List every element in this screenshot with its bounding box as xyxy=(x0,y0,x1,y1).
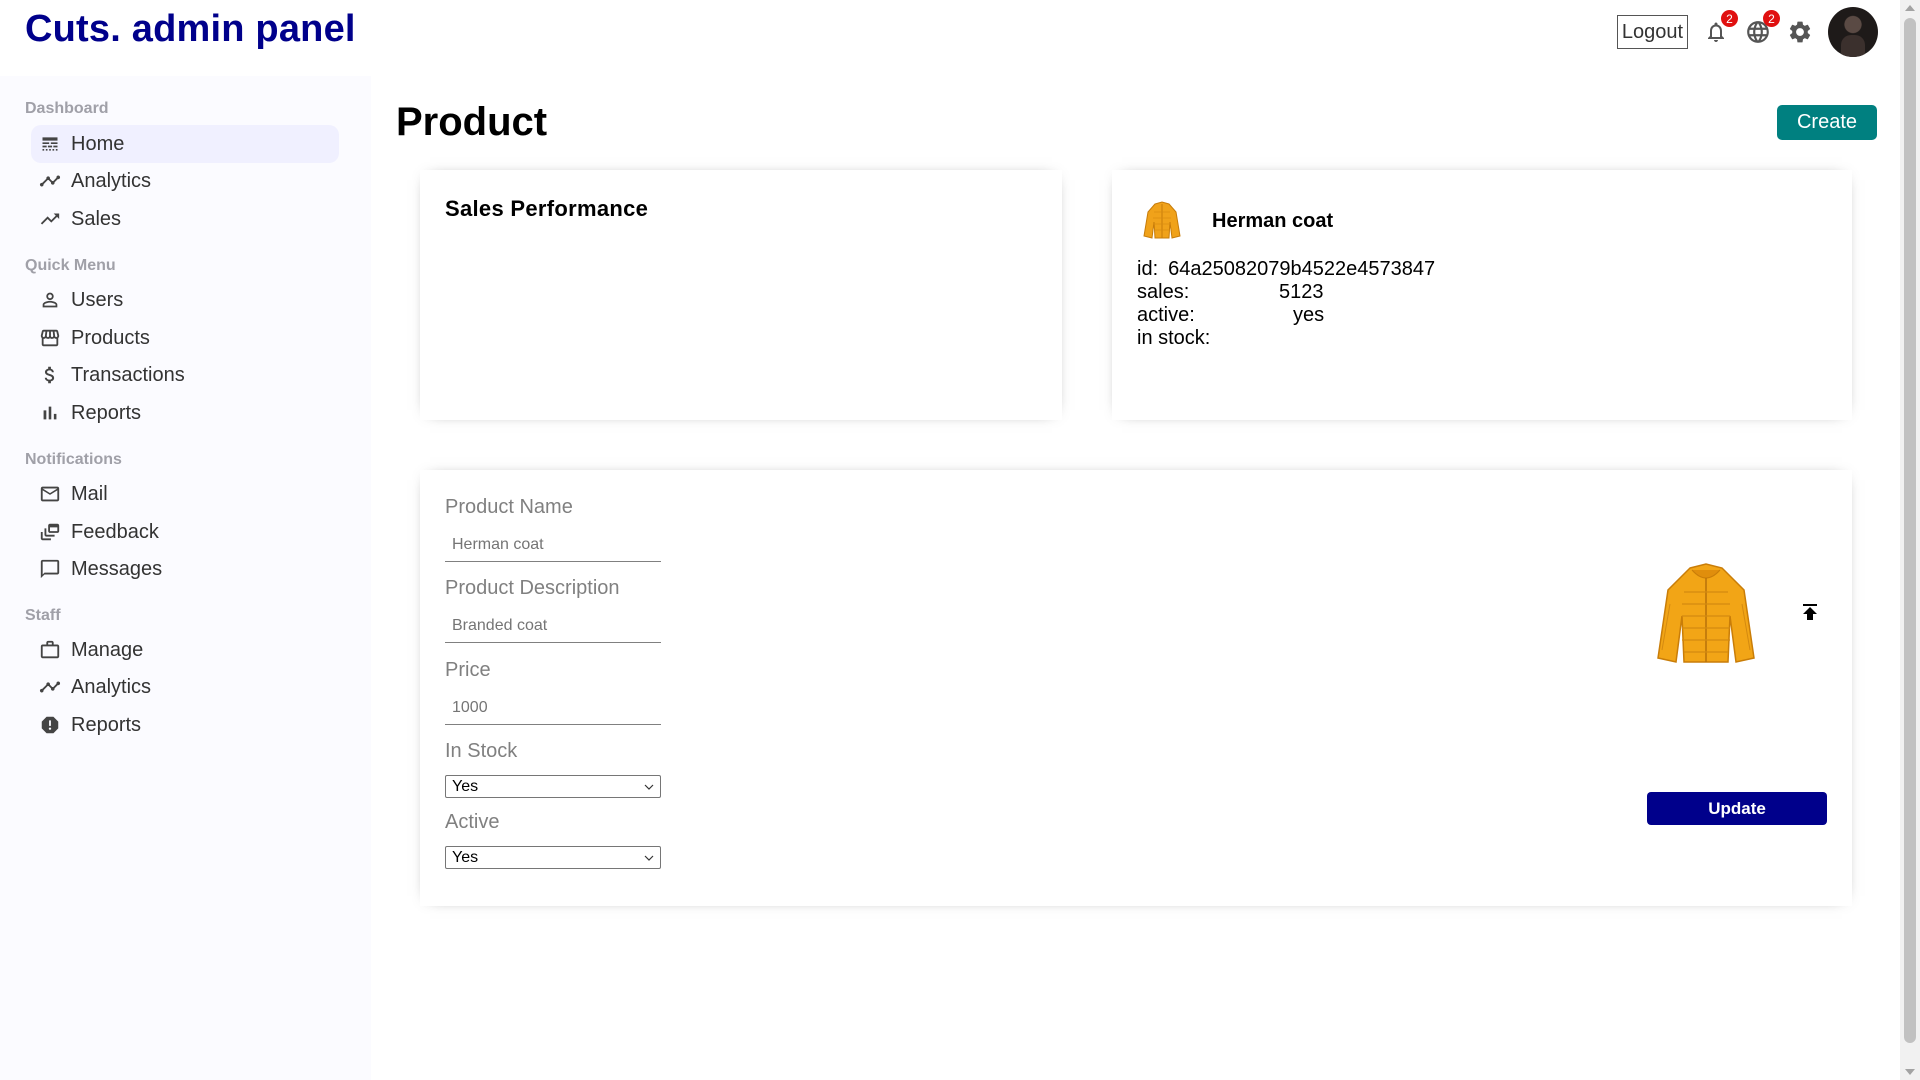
info-value: 64a25082079b4522e4573847 xyxy=(1168,258,1436,280)
sidebar-item-transactions[interactable]: Transactions xyxy=(31,356,339,394)
report-icon xyxy=(39,714,61,736)
sidebar-item-staff-analytics[interactable]: Analytics xyxy=(31,668,339,706)
sidebar-item-feedback[interactable]: Feedback xyxy=(31,513,339,551)
sidebar-item-home[interactable]: Home xyxy=(31,125,339,163)
sidebar-item-label: Reports xyxy=(71,401,142,424)
app-logo-title[interactable]: Cuts. admin panel xyxy=(25,8,356,51)
info-key: id: xyxy=(1137,258,1159,280)
sidebar-item-staff-reports[interactable]: Reports xyxy=(31,706,339,744)
sidebar-item-label: Manage xyxy=(71,638,144,661)
sidebar-item-label: Messages xyxy=(71,557,163,580)
info-key: in stock: xyxy=(1137,327,1211,349)
active-label: Active xyxy=(445,811,500,833)
price-input[interactable] xyxy=(445,691,661,725)
dollar-icon xyxy=(39,364,61,386)
sidebar: Dashboard Home Analytics Sales Quick Men… xyxy=(0,76,371,1080)
coat-image xyxy=(1143,201,1181,239)
in-stock-label: In Stock xyxy=(445,740,518,762)
product-description-input[interactable] xyxy=(445,609,661,643)
sidebar-item-label: Products xyxy=(71,326,150,349)
sidebar-item-label: Analytics xyxy=(71,675,152,698)
dynamic-feed-icon xyxy=(39,521,61,543)
update-button[interactable]: Update xyxy=(1647,792,1827,825)
info-row-active: active: yes xyxy=(1137,304,1435,327)
page-scrollbar[interactable] xyxy=(1900,0,1920,1080)
work-outline-icon xyxy=(39,639,61,661)
trending-up-icon xyxy=(39,208,61,230)
sidebar-item-label: Analytics xyxy=(71,169,152,192)
timeline-icon xyxy=(39,170,61,192)
info-value: 5123 xyxy=(1279,281,1324,303)
sales-performance-title: Sales Performance xyxy=(445,196,649,221)
product-edit-form: Product Name Product Description Price I… xyxy=(420,470,1852,906)
storefront-icon xyxy=(39,327,61,349)
page-title: Product xyxy=(396,100,548,144)
scrollbar-thumb[interactable] xyxy=(1904,18,1916,1043)
settings-button[interactable] xyxy=(1786,18,1814,46)
sidebar-item-label: Reports xyxy=(71,713,142,736)
bar-chart-icon xyxy=(39,402,61,424)
info-row-sales: sales: 5123 xyxy=(1137,281,1435,304)
info-row-in-stock: in stock: xyxy=(1137,327,1435,350)
language-badge: 2 xyxy=(1763,10,1780,27)
info-key: sales: xyxy=(1137,281,1190,303)
mail-outline-icon xyxy=(39,483,61,505)
avatar[interactable] xyxy=(1828,7,1878,57)
chevron-down-icon xyxy=(644,784,654,790)
sidebar-item-label: Home xyxy=(71,132,125,155)
section-title-staff: Staff xyxy=(25,607,61,624)
product-description-label: Product Description xyxy=(445,577,620,599)
sidebar-item-products[interactable]: Products xyxy=(31,319,339,357)
product-info-rows: id: 64a25082079b4522e4573847 sales: 5123… xyxy=(1137,258,1435,350)
scroll-up-icon[interactable] xyxy=(1905,5,1915,11)
sidebar-item-label: Users xyxy=(71,288,124,311)
sidebar-item-sales[interactable]: Sales xyxy=(31,200,339,238)
section-title-quick-menu: Quick Menu xyxy=(25,257,116,274)
publish-icon xyxy=(1803,604,1817,620)
product-name-input[interactable] xyxy=(445,528,661,562)
info-value: yes xyxy=(1293,304,1325,326)
sidebar-item-label: Mail xyxy=(71,482,108,505)
top-bar: Cuts. admin panel Logout 2 2 xyxy=(0,0,1900,62)
sidebar-item-mail[interactable]: Mail xyxy=(31,475,339,513)
sidebar-item-analytics[interactable]: Analytics xyxy=(31,162,339,200)
sidebar-item-manage[interactable]: Manage xyxy=(31,631,339,669)
chevron-down-icon xyxy=(644,855,654,861)
product-name-label: Product Name xyxy=(445,496,573,518)
top-bar-actions: Logout 2 2 xyxy=(1616,6,1878,58)
in-stock-value: Yes xyxy=(452,777,479,795)
line-style-icon xyxy=(39,133,61,155)
create-button[interactable]: Create xyxy=(1777,105,1877,140)
sales-performance-card: Sales Performance xyxy=(420,170,1062,420)
notifications-badge: 2 xyxy=(1721,10,1738,27)
notifications-button[interactable]: 2 xyxy=(1702,10,1738,46)
gear-icon xyxy=(1789,21,1811,43)
upload-button[interactable] xyxy=(1798,600,1822,624)
person-outline-icon xyxy=(39,289,61,311)
info-row-id: id: 64a25082079b4522e4573847 xyxy=(1137,258,1435,281)
product-info-card: Herman coat id: 64a25082079b4522e4573847… xyxy=(1112,170,1852,420)
info-key: active: xyxy=(1137,304,1195,326)
section-title-notifications: Notifications xyxy=(25,451,122,468)
active-select[interactable]: Yes xyxy=(445,846,661,869)
active-value: Yes xyxy=(452,848,479,866)
scroll-down-icon[interactable] xyxy=(1905,1069,1915,1075)
sidebar-item-reports[interactable]: Reports xyxy=(31,394,339,432)
product-name-title: Herman coat xyxy=(1212,210,1334,232)
sidebar-item-label: Sales xyxy=(71,207,122,230)
chat-bubble-outline-icon xyxy=(39,558,61,580)
sidebar-item-label: Transactions xyxy=(71,363,185,386)
product-image xyxy=(1657,563,1755,663)
price-label: Price xyxy=(445,659,491,681)
timeline-icon xyxy=(39,676,61,698)
sidebar-item-messages[interactable]: Messages xyxy=(31,550,339,588)
language-button[interactable]: 2 xyxy=(1744,10,1780,46)
sidebar-item-label: Feedback xyxy=(71,520,159,543)
in-stock-select[interactable]: Yes xyxy=(445,775,661,798)
section-title-dashboard: Dashboard xyxy=(25,100,109,117)
logout-button[interactable]: Logout xyxy=(1616,15,1688,49)
sidebar-item-users[interactable]: Users xyxy=(31,281,339,319)
